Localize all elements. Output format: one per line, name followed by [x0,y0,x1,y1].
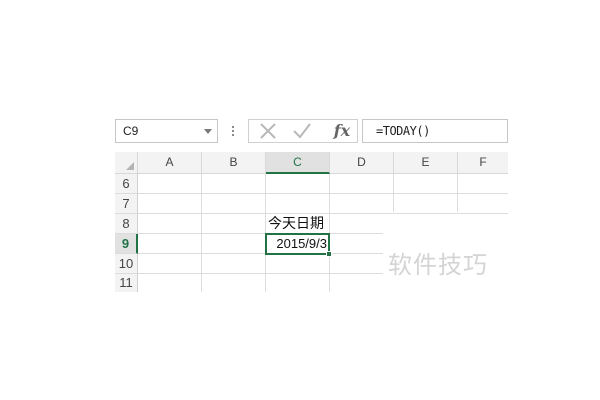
row-header-11[interactable]: 11 [115,274,138,292]
column-header-d[interactable]: D [330,152,394,174]
cell-c9-value: 2015/9/3 [276,236,327,251]
fill-handle[interactable] [326,251,332,257]
name-box[interactable]: C9 [115,119,218,143]
column-header-f[interactable]: F [458,152,508,174]
gridline [138,273,383,274]
column-header-e[interactable]: E [394,152,458,174]
formula-input[interactable]: =TODAY() [362,119,508,143]
gridline [138,193,508,194]
row-header-6[interactable]: 6 [115,174,138,194]
watermark: 软件技巧 [388,251,488,279]
formula-buttons: fx [248,119,358,143]
row-header-8[interactable]: 8 [115,214,138,234]
name-box-value: C9 [123,124,139,138]
select-all-triangle-icon [126,162,134,170]
row-header-7[interactable]: 7 [115,194,138,214]
gridline [138,233,383,234]
more-options-icon[interactable] [228,121,238,141]
cancel-x-icon[interactable] [259,120,277,142]
row-header-10[interactable]: 10 [115,254,138,274]
column-header-c[interactable]: C [266,152,330,174]
column-header-b[interactable]: B [202,152,266,174]
cell-c8[interactable]: 今天日期 [268,214,330,233]
active-cell-c9[interactable]: 2015/9/3 [265,233,332,257]
gridline [138,253,383,254]
column-header-a[interactable]: A [138,152,202,174]
row-header-9[interactable]: 9 [115,234,138,254]
insert-function-icon[interactable]: fx [331,120,353,142]
select-all-corner[interactable] [115,152,138,174]
checkmark-icon[interactable] [292,120,312,142]
chevron-down-icon[interactable] [204,129,212,134]
